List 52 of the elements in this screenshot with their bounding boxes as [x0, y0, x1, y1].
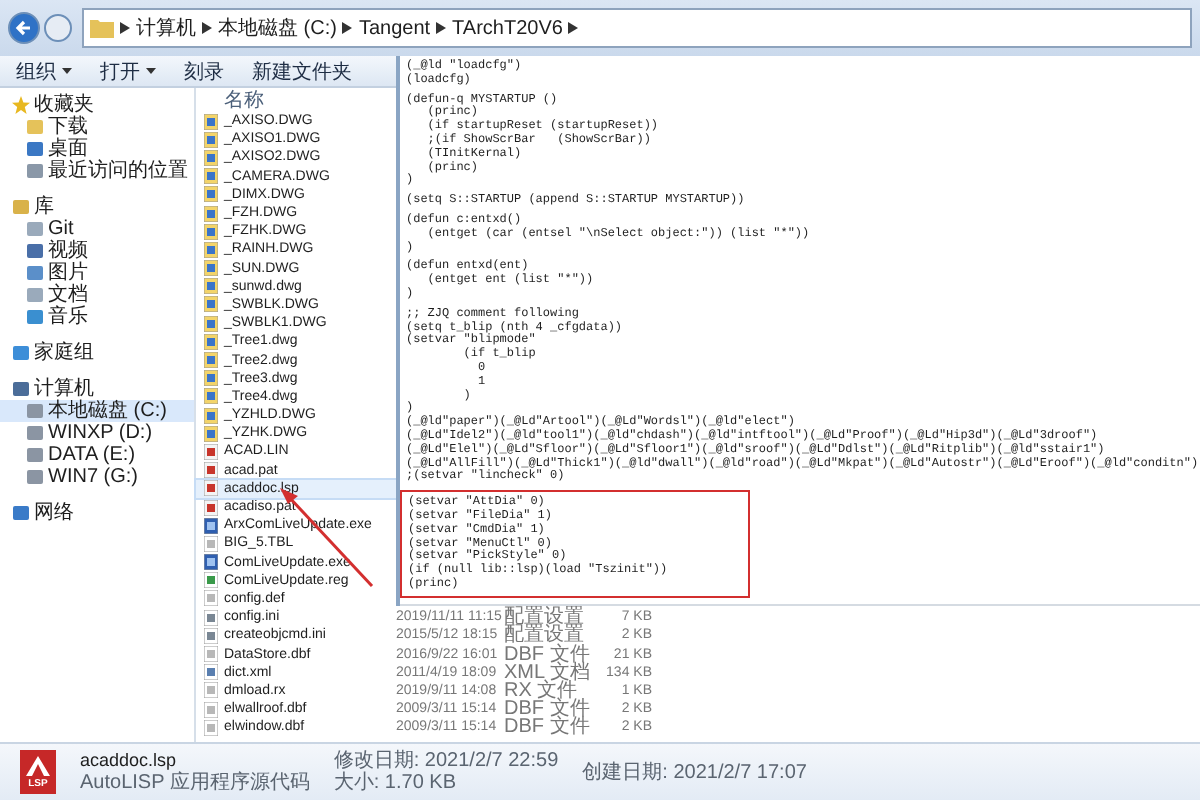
toolbar-button[interactable]: 新建文件夹	[252, 57, 352, 85]
address-bar[interactable]: 计算机 本地磁盘 (C:) Tangent TArchT20V6	[82, 8, 1192, 48]
nav-item[interactable]: 家庭组	[0, 342, 194, 364]
breadcrumb[interactable]: Tangent	[358, 17, 431, 39]
caret-icon	[146, 68, 156, 74]
chevron-icon	[568, 22, 579, 34]
nav-item[interactable]: 音乐	[0, 306, 194, 328]
chevron-icon	[436, 22, 447, 34]
nav-item[interactable]: 文档	[0, 284, 194, 306]
modified-date: 修改日期: 2021/2/7 22:59	[333, 750, 559, 772]
nav-item[interactable]: 网络	[0, 502, 194, 524]
nav-item[interactable]: 最近访问的位置	[0, 160, 194, 182]
toolbar-button[interactable]: 刻录	[184, 57, 224, 85]
nav-item[interactable]: 本地磁盘 (C:)	[0, 400, 194, 422]
chevron-icon	[202, 22, 212, 34]
breadcrumb[interactable]: 本地磁盘 (C:)	[218, 14, 337, 42]
nav-item[interactable]: 计算机	[0, 378, 194, 400]
nav-item[interactable]: 桌面	[0, 138, 194, 160]
file-size: 大小: 1.70 KB	[333, 772, 458, 794]
file-type: DBF 文件	[504, 645, 592, 664]
nav-item[interactable]: WINXP (D:)	[0, 422, 194, 444]
nav-item[interactable]: 收藏夹	[0, 94, 194, 116]
chevron-icon	[120, 22, 130, 34]
nav-item[interactable]: 视频	[0, 240, 194, 262]
column-header[interactable]: 名称	[224, 86, 264, 114]
nav-item[interactable]: 下载	[0, 116, 194, 138]
file-name: acaddoc.lsp	[80, 750, 179, 771]
star-icon	[12, 96, 30, 114]
file-type: XML 文档	[504, 663, 592, 682]
nav-item[interactable]: 库	[0, 196, 194, 218]
nav-item[interactable]: DATA (E:)	[0, 444, 194, 466]
nav-item[interactable]: 图片	[0, 262, 194, 284]
file-type: 配置设置	[504, 626, 584, 645]
file-type: DBF 文件	[504, 700, 592, 719]
created-date: 创建日期: 2021/2/7 17:07	[582, 761, 807, 783]
file-type: AutoLISP 应用程序源代码	[80, 772, 310, 794]
nav-item[interactable]: WIN7 (G:)	[0, 466, 194, 488]
breadcrumb[interactable]: 计算机	[136, 14, 196, 42]
breadcrumb[interactable]: TArchT20V6	[452, 17, 563, 39]
back-button[interactable]	[8, 12, 40, 44]
horizontal-scrollbar[interactable]	[400, 603, 1200, 606]
chevron-icon	[342, 22, 353, 34]
folder-icon	[90, 18, 114, 38]
forward-button[interactable]	[44, 14, 72, 42]
file-type: 配置设置	[504, 608, 586, 627]
nav-item[interactable]: Git	[0, 218, 194, 240]
caret-icon	[62, 68, 72, 74]
file-type: DBF 文件	[504, 718, 592, 737]
file-type: RX 文件	[504, 681, 578, 700]
toolbar-button[interactable]: 打开	[100, 57, 156, 85]
toolbar-button[interactable]: 组织	[16, 57, 72, 85]
back-arrow-icon	[14, 18, 34, 38]
